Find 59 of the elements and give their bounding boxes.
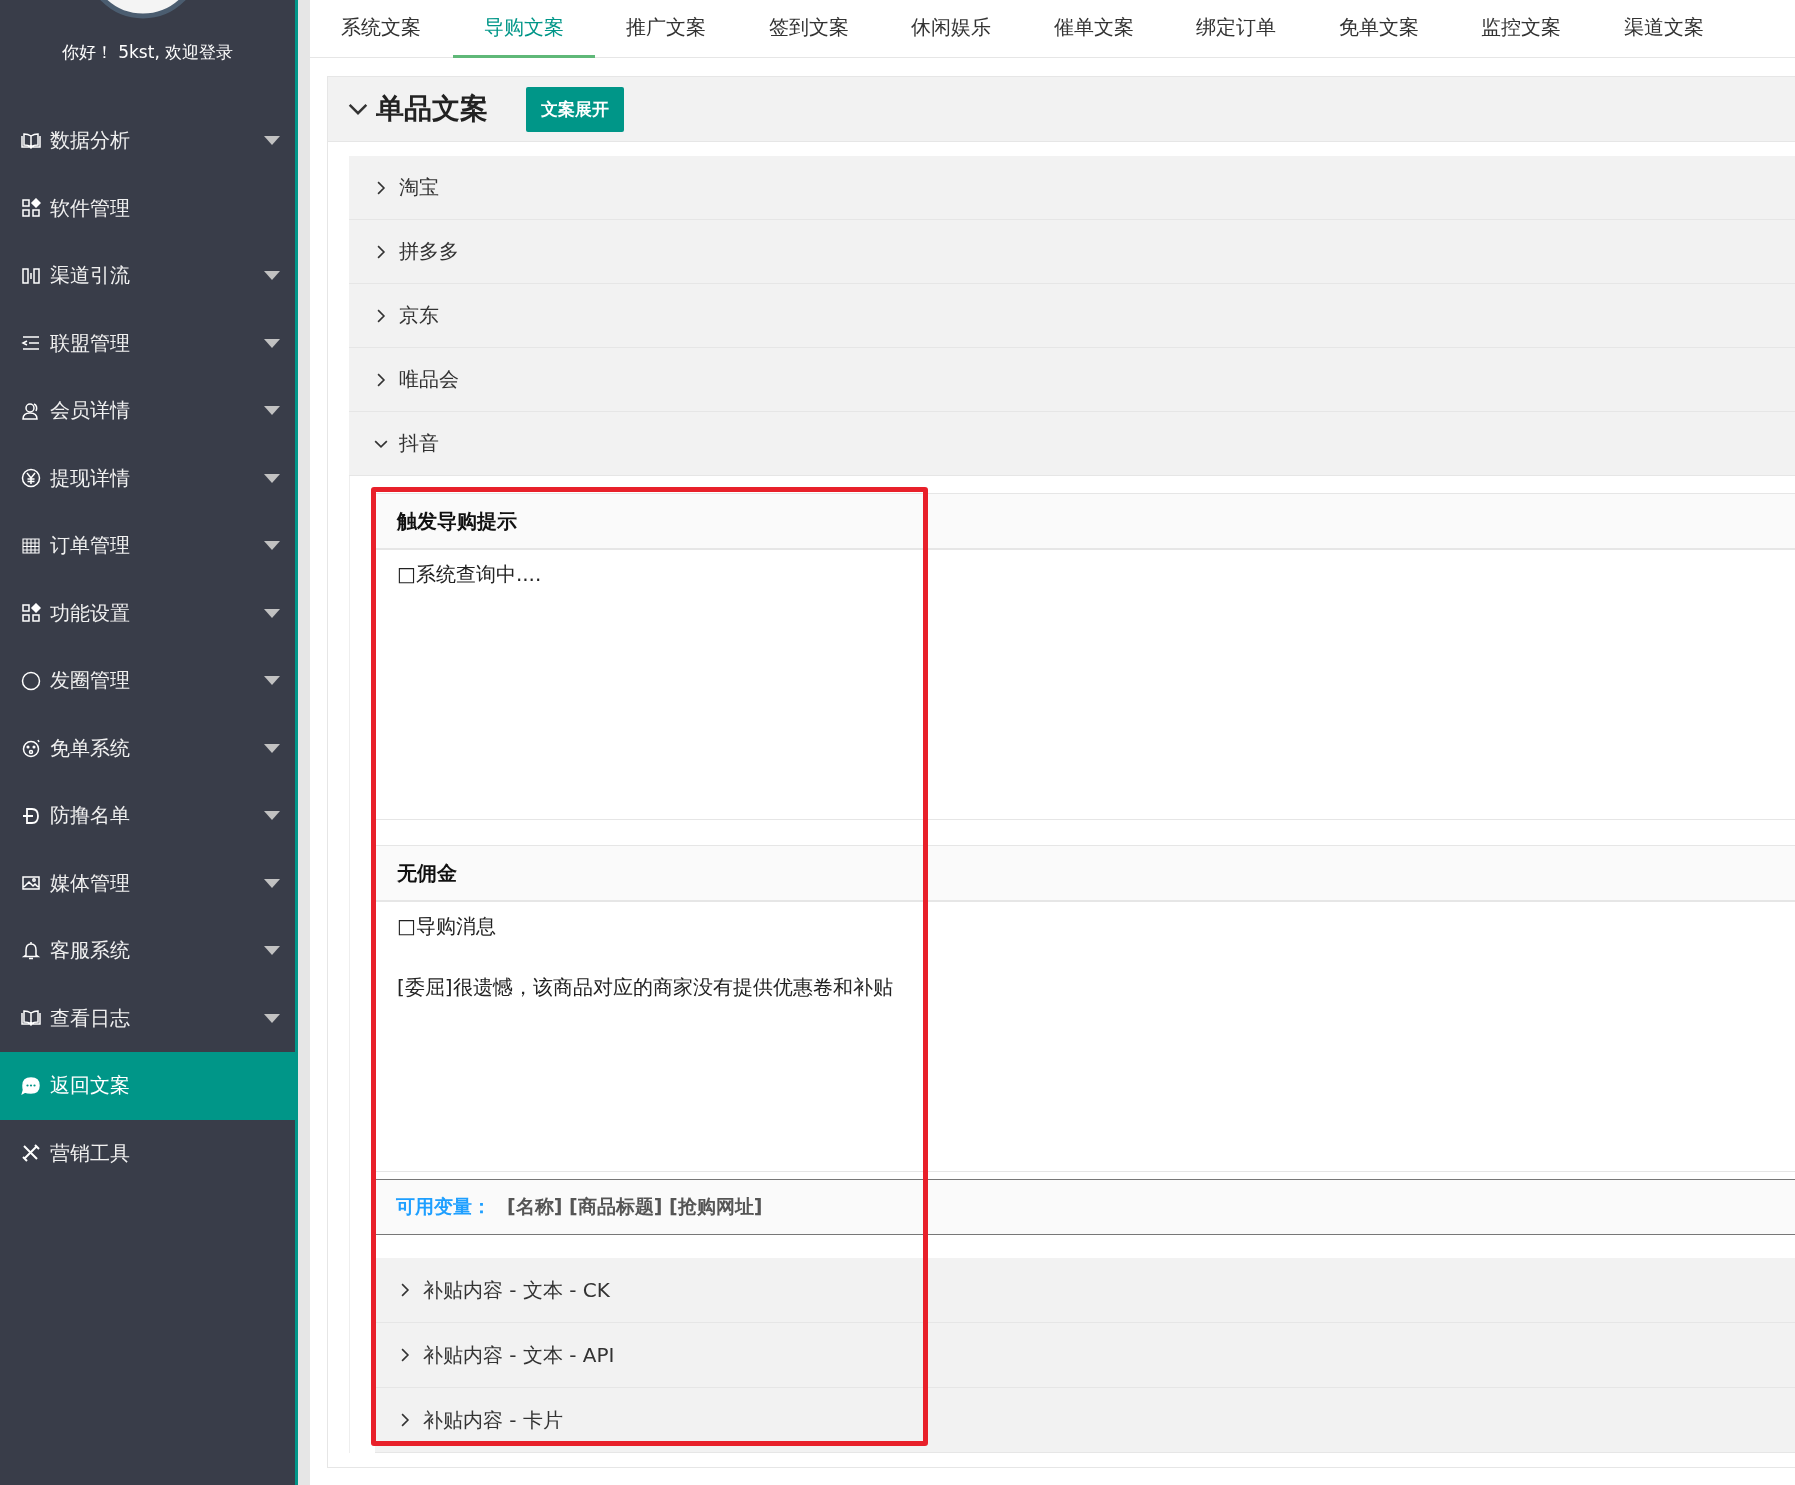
strike-icon	[21, 805, 41, 826]
tab[interactable]: 免单文案	[1307, 0, 1450, 58]
sidebar-item[interactable]: 会员详情	[0, 377, 295, 445]
sidebar-item[interactable]: 返回文案	[0, 1052, 295, 1120]
sidebar-item[interactable]: 发圈管理	[0, 647, 295, 715]
sidebar-item[interactable]: 联盟管理	[0, 309, 295, 377]
columns-icon	[21, 265, 41, 286]
tab[interactable]: 监控文案	[1450, 0, 1593, 58]
collapse-item[interactable]: 拼多多	[349, 220, 1795, 284]
sidebar-item[interactable]: 媒体管理	[0, 849, 295, 917]
sidebar-item[interactable]: 免单系统	[0, 714, 295, 782]
card-title: 无佣金	[376, 846, 1795, 902]
panel-header[interactable]: 单品文案 文案展开	[328, 77, 1795, 142]
message-text: □导购消息	[397, 913, 497, 940]
tab[interactable]: 绑定订单	[1165, 0, 1308, 58]
apps-icon	[21, 198, 41, 219]
collapse-item[interactable]: 补贴内容 - 文本 - API	[375, 1323, 1795, 1388]
book-icon	[21, 1008, 41, 1029]
expand-button[interactable]: 文案展开	[526, 86, 624, 132]
face-icon	[21, 738, 41, 759]
bell-icon	[21, 940, 41, 961]
sidebar-item[interactable]: 防撸名单	[0, 782, 295, 850]
tab[interactable]: 推广文案	[595, 0, 738, 58]
sidebar-item[interactable]: 查看日志	[0, 984, 295, 1052]
tab[interactable]: 签到文案	[737, 0, 880, 58]
tab[interactable]: 催单文案	[1022, 0, 1165, 58]
sidebar-item[interactable]: 订单管理	[0, 512, 295, 580]
collapse-item[interactable]: 补贴内容 - 卡片	[375, 1388, 1795, 1453]
collapse-item[interactable]: 京东	[349, 284, 1795, 348]
card-title: 触发导购提示	[376, 494, 1795, 550]
book-icon	[21, 130, 41, 151]
tab[interactable]: 渠道文案	[1592, 0, 1735, 58]
collapse-item[interactable]: 淘宝	[349, 156, 1795, 220]
collapse-item[interactable]: 抖音	[349, 412, 1795, 476]
collapse-item[interactable]: 唯品会	[349, 348, 1795, 412]
circle-icon	[21, 670, 41, 691]
message-text: □系统查询中....	[397, 561, 543, 588]
sidebar-item[interactable]: 提现详情	[0, 444, 295, 512]
tab[interactable]: 休闲娱乐	[880, 0, 1023, 58]
table-icon	[21, 535, 41, 556]
chat-icon	[21, 1075, 41, 1096]
sidebar-item[interactable]: 数据分析	[0, 107, 295, 175]
tab[interactable]: 导购文案	[452, 0, 595, 58]
panel-title: 单品文案	[376, 91, 488, 127]
sidebar-item[interactable]: 功能设置	[0, 579, 295, 647]
tab[interactable]: 系统文案	[310, 0, 453, 58]
sidebar-item[interactable]: 客服系统	[0, 917, 295, 985]
variables-list: [名称] [商品标题] [抢购网址]	[507, 1194, 763, 1220]
variables-label: 可用变量：	[396, 1194, 491, 1219]
sidebar-item[interactable]: 营销工具	[0, 1119, 295, 1187]
collapse-item[interactable]: 补贴内容 - 文本 - CK	[375, 1258, 1795, 1323]
user-icon	[21, 400, 41, 421]
apps-icon	[21, 603, 41, 624]
tools-icon	[21, 1143, 41, 1164]
sidebar-item[interactable]: 渠道引流	[0, 242, 295, 310]
greeting-text: 你好！ 5kst, 欢迎登录	[61, 41, 234, 64]
yen-icon	[21, 468, 41, 489]
sidebar-item[interactable]: 软件管理	[0, 174, 295, 242]
message-text: [委屈]很遗憾，该商品对应的商家没有提供优惠卷和补贴	[397, 974, 894, 1001]
